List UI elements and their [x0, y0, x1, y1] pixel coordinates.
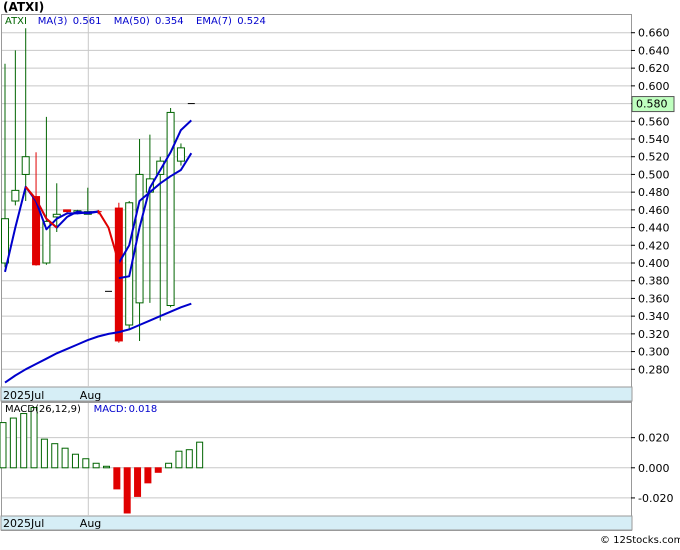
price-tick-label: 0.280	[638, 363, 670, 376]
macd-bar	[20, 413, 28, 469]
candle-body	[21, 156, 30, 175]
candle	[114, 202, 123, 343]
macd-bar	[30, 407, 38, 469]
price-panel-frame	[1, 14, 632, 402]
macd-bar	[92, 462, 100, 469]
price-tick-label: 0.380	[638, 275, 670, 288]
macd-bar	[82, 458, 90, 469]
price-tick-label: 0.660	[638, 27, 670, 40]
price-x-label: 2025Jul	[3, 389, 44, 402]
macd-tick-label: 0.020	[638, 432, 670, 445]
macd-legend-label: MACD(26,12,9)	[5, 404, 81, 415]
candle-body	[1, 218, 9, 264]
macd-bar	[175, 450, 183, 469]
chart-title: (ATXI)	[3, 0, 44, 14]
price-tick-label: 0.560	[638, 115, 670, 128]
macd-tick-label: 0.000	[638, 462, 670, 475]
price-tick-label: 0.320	[638, 328, 670, 341]
macd-bar	[134, 467, 142, 497]
candle-body	[166, 111, 175, 307]
price-x-label: Aug	[80, 389, 101, 402]
macd-bar	[51, 443, 59, 469]
price-tick-label: 0.440	[638, 222, 670, 235]
price-legend: ATXI MA(3) 0.561 MA(50) 0.354 EMA(7) 0.524	[5, 16, 266, 27]
macd-x-label: 2025Jul	[3, 517, 44, 530]
macd-bar	[144, 467, 152, 484]
price-tick-label: 0.340	[638, 310, 670, 323]
price-legend-value: 0.524	[237, 16, 266, 27]
macd-tick-label: -0.020	[638, 492, 673, 505]
macd-bar	[9, 417, 17, 469]
macd-bar	[165, 462, 173, 469]
price-legend-label: MA(50)	[114, 16, 150, 27]
macd-bar	[0, 422, 7, 469]
price-legend-value: 0.561	[73, 16, 102, 27]
chart-svg: 0.280 0.300 0.320 0.340 0.360 0.380 0.400 0.420…	[0, 0, 680, 546]
macd-bar	[40, 438, 48, 469]
price-tick-label: 0.600	[638, 80, 670, 93]
price-tick-label: 0.520	[638, 151, 670, 164]
footer-credit: © 12Stocks.com	[600, 535, 680, 546]
price-yaxis: 0.280 0.300 0.320 0.340 0.360 0.380 0.400 0.420…	[631, 27, 670, 376]
macd-bar	[61, 447, 69, 469]
chart-root: 0.280 0.300 0.320 0.340 0.360 0.380 0.400 0.420…	[0, 0, 680, 546]
macd-legend-label: MACD:	[94, 404, 127, 415]
price-tick-label: 0.480	[638, 186, 670, 199]
price-legend-label: MA(3)	[38, 16, 68, 27]
macd-bar	[185, 449, 193, 469]
macd-bar	[113, 467, 121, 490]
price-tick-label: 0.300	[638, 346, 670, 359]
last-price-tag-text: 0.580	[636, 98, 668, 111]
macd-x-label: Aug	[80, 517, 101, 530]
price-tick-label: 0.360	[638, 292, 670, 305]
candle-body	[176, 147, 185, 162]
macd-bar	[123, 467, 131, 514]
macd-bar	[196, 441, 204, 469]
price-tick-label: 0.540	[638, 133, 670, 146]
last-price-tag: 0.580	[631, 96, 675, 113]
price-tick-label: 0.640	[638, 44, 670, 57]
candle-body	[63, 209, 72, 213]
price-tick-label: 0.400	[638, 257, 670, 270]
macd-bar	[103, 465, 110, 469]
price-tick-label: 0.620	[638, 62, 670, 75]
macd-legend-value: 0.018	[129, 404, 158, 415]
macd-yaxis: 0.020 0.000 -0.020	[631, 432, 673, 505]
price-legend-value: 0.354	[155, 16, 184, 27]
price-tick-label: 0.460	[638, 204, 670, 217]
price-legend-label: ATXI	[5, 16, 27, 27]
candle-body	[114, 207, 123, 342]
price-tick-label: 0.420	[638, 239, 670, 252]
macd-bar	[71, 453, 79, 469]
price-legend-label: EMA(7)	[196, 16, 232, 27]
price-tick-label: 0.500	[638, 168, 670, 181]
macd-bar	[154, 467, 162, 473]
candle	[166, 108, 175, 308]
candle-body	[11, 189, 20, 202]
